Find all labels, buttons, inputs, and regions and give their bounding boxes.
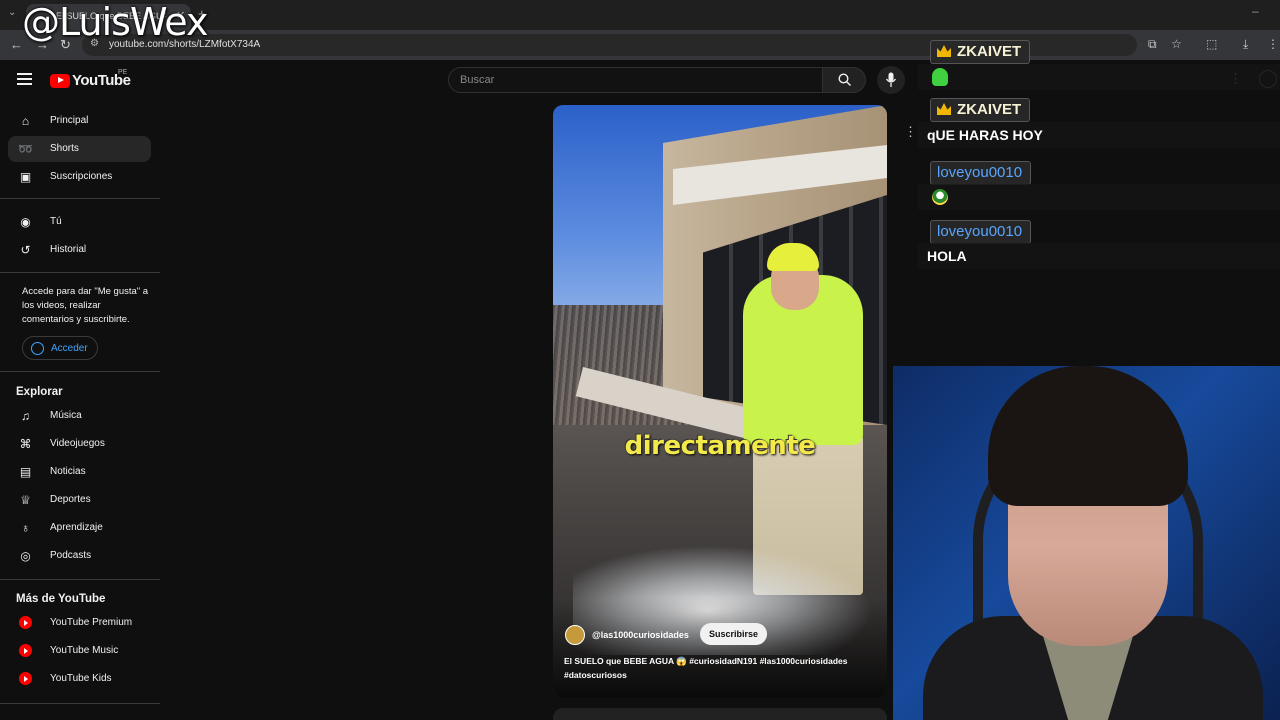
divider	[0, 371, 160, 372]
sidebar-item-aprendizaje[interactable]: ♁ Aprendizaje	[8, 515, 151, 541]
news-icon: ▤	[19, 465, 32, 479]
home-icon: ⌂	[21, 114, 30, 128]
channel-name[interactable]: @las1000curiosidades	[592, 630, 689, 640]
menu-icon[interactable]	[17, 73, 32, 85]
chat-bubble	[918, 184, 1280, 210]
user-circle-icon	[31, 342, 44, 355]
chat-bubble	[918, 64, 1280, 90]
chat-bubble: HOLA	[918, 243, 1280, 269]
microphone-icon	[885, 72, 897, 87]
gaming-icon: ⌘	[19, 437, 32, 451]
tab-list-icon[interactable]: ⌄	[8, 7, 16, 18]
minimize-window-icon[interactable]: –	[1252, 4, 1259, 18]
sidebar-item-musica[interactable]: ♫ Música	[8, 403, 151, 429]
sidebar-item-label: YouTube Kids	[50, 673, 112, 684]
chat-text: HOLA	[927, 248, 967, 264]
signin-button[interactable]: Acceder	[22, 336, 98, 360]
streamer-watermark: @LuisWex	[22, 0, 208, 44]
short-video-player[interactable]: directamente @las1000curiosidades Suscri…	[553, 105, 887, 698]
voice-search-button[interactable]	[877, 66, 905, 94]
youtube-logo[interactable]: YouTube PE	[50, 69, 131, 89]
sidebar-item-label: Noticias	[50, 466, 86, 477]
install-app-icon[interactable]: ⧉	[1148, 37, 1157, 52]
chat-username: ZKAIVET	[930, 98, 1031, 122]
youtube-premium-icon	[19, 616, 32, 629]
sidebar-item-suscripciones[interactable]: ▣ Suscripciones	[8, 164, 151, 190]
channel-avatar[interactable]	[565, 625, 585, 645]
crown-icon	[937, 45, 951, 57]
video-bottom-shade	[553, 598, 887, 698]
divider	[0, 579, 160, 580]
divider	[0, 703, 160, 704]
explore-title: Explorar	[16, 386, 63, 398]
sidebar-item-noticias[interactable]: ▤ Noticias	[8, 459, 151, 485]
sidebar-item-historial[interactable]: ↺ Historial	[8, 237, 151, 263]
browser-menu-icon[interactable]: ⋮	[1267, 37, 1279, 51]
video-more-options-icon[interactable]: ⋮	[904, 124, 917, 140]
streamer-webcam	[893, 366, 1280, 720]
youtube-music-icon	[19, 644, 32, 657]
sidebar-item-label: YouTube Premium	[50, 617, 133, 628]
video-caption: directamente	[624, 431, 816, 461]
sidebar-item-youtube-premium[interactable]: YouTube Premium	[8, 610, 151, 636]
extensions-icon[interactable]: ⬚	[1206, 37, 1217, 51]
mario-emote-icon	[932, 189, 948, 205]
chat-username: loveyou0010	[930, 161, 1032, 185]
music-icon: ♫	[21, 409, 30, 423]
video-title[interactable]: El SUELO que BEBE AGUA 😱 #curiosidadN191…	[564, 654, 879, 682]
trophy-icon: ♕	[20, 493, 31, 507]
divider	[0, 198, 160, 199]
sidebar-item-label: Shorts	[50, 143, 79, 154]
search-icon	[838, 73, 851, 86]
sidebar-item-label: Principal	[50, 115, 89, 126]
shorts-icon: ➿	[18, 142, 33, 156]
sidebar-item-deportes[interactable]: ♕ Deportes	[8, 487, 151, 513]
webcam-hair	[988, 366, 1188, 506]
sidebar-item-label: Música	[50, 410, 82, 421]
chat-text: qUE HARAS HOY	[927, 127, 1043, 143]
next-short-preview[interactable]	[553, 708, 887, 720]
subscriptions-icon: ▣	[19, 170, 32, 184]
country-code: PE	[118, 69, 128, 76]
sidebar-item-shorts[interactable]: ➿ Shorts	[8, 136, 151, 162]
sidebar-item-label: Suscripciones	[50, 171, 113, 182]
bulb-icon: ♁	[21, 521, 30, 535]
podcast-icon: ◎	[20, 549, 31, 563]
sidebar: ⌂ Principal ➿ Shorts ▣ Suscripciones ◉ T…	[0, 100, 160, 720]
youtube-play-icon	[50, 73, 70, 88]
download-icon[interactable]: ⤓	[1243, 37, 1248, 52]
sidebar-item-label: Podcasts	[50, 550, 92, 561]
youtube-kids-icon	[19, 672, 32, 685]
history-icon: ↺	[20, 243, 31, 257]
signin-message: Accede para dar "Me gusta" a los videos,…	[22, 286, 149, 325]
chat-username: loveyou0010	[930, 220, 1032, 244]
signin-label: Acceder	[51, 343, 88, 354]
divider	[0, 272, 160, 273]
sidebar-item-label: Historial	[50, 244, 87, 255]
sidebar-item-label: Tú	[50, 216, 62, 227]
sidebar-item-principal[interactable]: ⌂ Principal	[8, 108, 151, 134]
chat-bubble: qUE HARAS HOY	[918, 122, 1280, 148]
more-youtube-title: Más de YouTube	[16, 593, 106, 605]
green-emote-icon	[932, 68, 948, 86]
sidebar-item-label: Videojuegos	[50, 438, 105, 449]
crown-icon	[937, 103, 951, 115]
sidebar-item-tu[interactable]: ◉ Tú	[8, 209, 151, 235]
chat-username: ZKAIVET	[930, 40, 1031, 64]
search-button[interactable]	[822, 67, 866, 93]
subscribe-button[interactable]: Suscribirse	[700, 623, 768, 645]
sidebar-item-label: YouTube Music	[50, 645, 119, 656]
user-icon: ◉	[20, 215, 31, 229]
sidebar-item-podcasts[interactable]: ◎ Podcasts	[8, 543, 151, 569]
search-placeholder: Buscar	[460, 74, 495, 86]
search-input[interactable]: Buscar	[448, 67, 823, 93]
sidebar-item-label: Deportes	[50, 494, 91, 505]
sidebar-item-youtube-kids[interactable]: YouTube Kids	[8, 666, 151, 692]
sidebar-item-youtube-music[interactable]: YouTube Music	[8, 638, 151, 664]
bookmark-star-icon[interactable]: ☆	[1171, 37, 1182, 51]
sidebar-item-label: Aprendizaje	[50, 522, 103, 533]
sidebar-item-videojuegos[interactable]: ⌘ Videojuegos	[8, 431, 151, 457]
